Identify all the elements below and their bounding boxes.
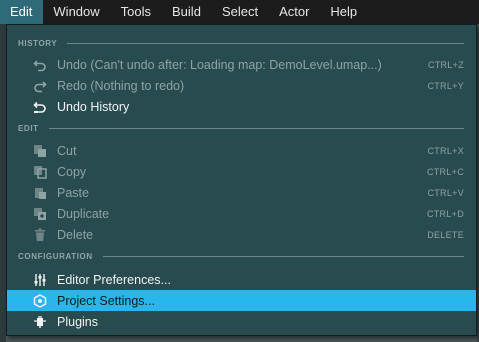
menu-item-label: Duplicate <box>57 206 110 221</box>
menu-item-label: Delete <box>57 227 94 242</box>
menu-bar: Edit Window Tools Build Select Actor Hel… <box>0 0 479 24</box>
menu-item-duplicate[interactable]: Duplicate CTRL+D <box>7 203 476 224</box>
menu-item-redo[interactable]: Redo (Nothing to redo) CTRL+Y <box>7 75 476 96</box>
shortcut-text: CTRL+X <box>427 145 464 156</box>
section-configuration-label: CONFIGURATION <box>18 251 93 261</box>
menu-item-plugins[interactable]: Plugins <box>7 311 476 332</box>
menu-actor[interactable]: Actor <box>269 0 320 24</box>
menu-item-cut[interactable]: Cut CTRL+X <box>7 140 476 161</box>
sliders-icon <box>32 272 48 288</box>
undo-icon <box>32 57 48 73</box>
section-divider <box>102 255 464 257</box>
menu-item-label: Undo History <box>57 99 130 114</box>
trash-icon <box>32 227 48 243</box>
menu-select[interactable]: Select <box>212 0 269 24</box>
plug-icon <box>32 314 48 330</box>
shortcut-text: CTRL+Y <box>427 80 464 91</box>
menu-item-undo-history[interactable]: Undo History <box>7 96 476 117</box>
project-settings-icon <box>32 293 48 309</box>
menu-item-label: Copy <box>57 164 87 179</box>
paste-icon <box>32 185 48 201</box>
menu-item-copy[interactable]: Copy CTRL+C <box>7 161 476 182</box>
menu-build[interactable]: Build <box>162 0 212 24</box>
redo-icon <box>32 78 48 94</box>
menu-item-label: Cut <box>57 143 77 158</box>
menu-item-label: Plugins <box>57 314 98 329</box>
section-divider <box>67 42 464 44</box>
section-configuration: CONFIGURATION <box>7 248 476 264</box>
shortcut-text: CTRL+V <box>427 187 464 198</box>
menu-item-label: Undo (Can't undo after: Loading map: Dem… <box>57 57 382 72</box>
section-edit-label: EDIT <box>18 123 39 133</box>
menu-item-label: Paste <box>57 185 89 200</box>
section-history: HISTORY <box>7 35 476 51</box>
shortcut-text: DELETE <box>427 229 464 240</box>
cut-icon <box>32 143 48 159</box>
menu-item-label: Project Settings... <box>57 293 155 308</box>
menu-help[interactable]: Help <box>320 0 368 24</box>
menu-item-editor-preferences[interactable]: Editor Preferences... <box>7 269 476 290</box>
menu-window[interactable]: Window <box>43 0 110 24</box>
menu-tools[interactable]: Tools <box>111 0 162 24</box>
copy-icon <box>32 164 48 180</box>
menu-item-undo[interactable]: Undo (Can't undo after: Loading map: Dem… <box>7 54 476 75</box>
menu-item-label: Editor Preferences... <box>57 272 171 287</box>
edit-dropdown-menu: HISTORY Undo (Can't undo after: Loading … <box>6 24 477 336</box>
shortcut-text: CTRL+D <box>426 208 464 219</box>
menu-edit[interactable]: Edit <box>0 0 44 24</box>
menu-item-project-settings[interactable]: Project Settings... <box>7 290 476 311</box>
section-edit: EDIT <box>7 120 476 136</box>
undo-history-icon <box>32 99 48 115</box>
menu-item-label: Redo (Nothing to redo) <box>57 78 185 93</box>
duplicate-icon <box>32 206 48 222</box>
menu-item-delete[interactable]: Delete DELETE <box>7 224 476 245</box>
shortcut-text: CTRL+Z <box>427 59 464 70</box>
section-history-label: HISTORY <box>18 38 58 48</box>
section-divider <box>48 127 464 129</box>
shortcut-text: CTRL+C <box>426 166 464 177</box>
menu-item-paste[interactable]: Paste CTRL+V <box>7 182 476 203</box>
